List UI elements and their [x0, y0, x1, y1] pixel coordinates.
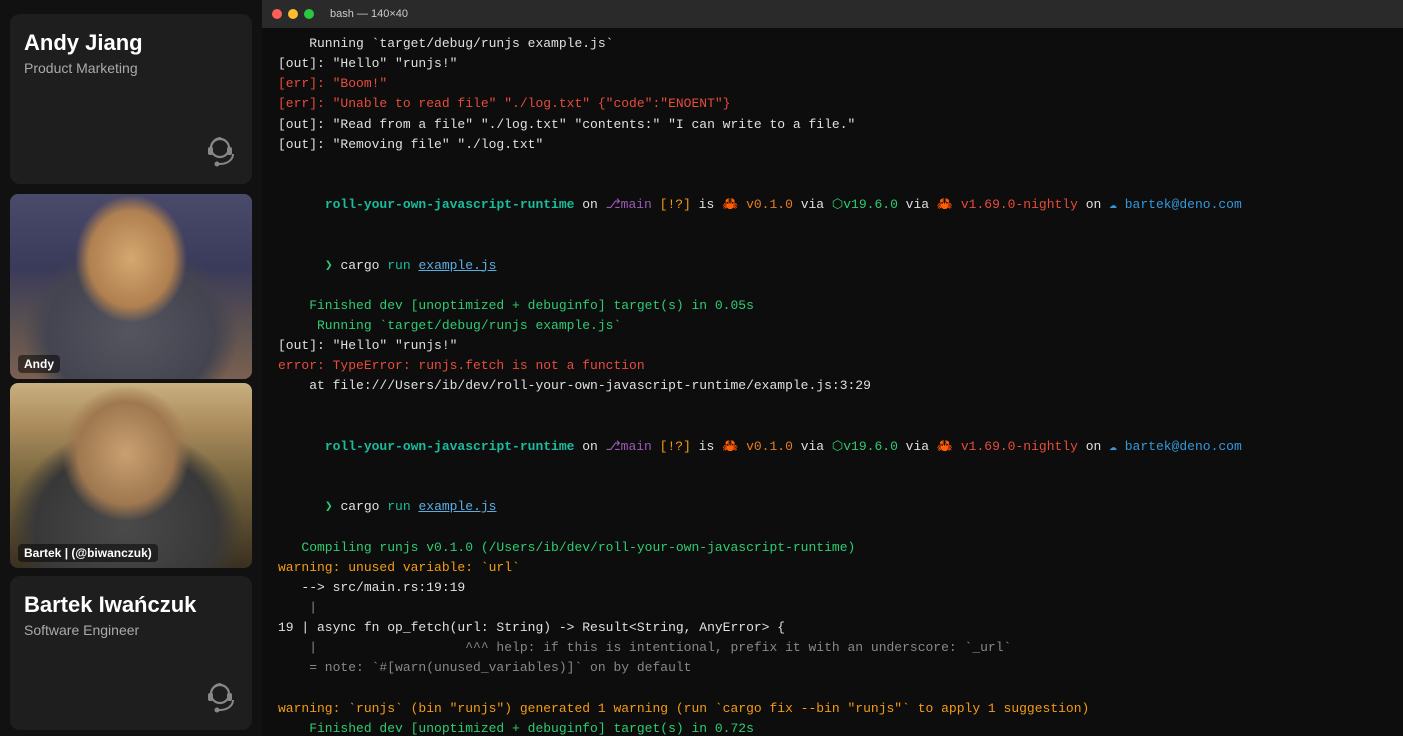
- term-line: at file:///Users/ib/dev/roll-your-own-ja…: [278, 376, 1387, 396]
- headset-icon: [202, 134, 238, 170]
- term-line: = note: `#[warn(unused_variables)]` on b…: [278, 658, 1387, 678]
- term-line: 19 | async fn op_fetch(url: String) -> R…: [278, 618, 1387, 638]
- terminal-panel: bash — 140×40 Running `target/debug/runj…: [262, 0, 1403, 736]
- term-line: error: TypeError: runjs.fetch is not a f…: [278, 356, 1387, 376]
- left-panel: Andy Jiang Product Marketing Andy Bartek…: [0, 0, 262, 736]
- term-line: [err]: "Unable to read file" "./log.txt"…: [278, 94, 1387, 114]
- term-line: Finished dev [unoptimized + debuginfo] t…: [278, 296, 1387, 316]
- term-line: ❯ cargo run example.js: [278, 477, 1387, 537]
- term-line: [278, 155, 1387, 175]
- andy-name-card: Andy Jiang Product Marketing: [10, 14, 252, 184]
- bartek-name-card: Bartek Iwańczuk Software Engineer: [10, 576, 252, 730]
- term-prompt-1: roll-your-own-javascript-runtime on ⎇mai…: [278, 175, 1387, 235]
- term-line: [278, 679, 1387, 699]
- bartek-title: Software Engineer: [24, 622, 238, 638]
- terminal-tab-label: bash — 140×40: [330, 8, 408, 20]
- term-prompt-2: roll-your-own-javascript-runtime on ⎇mai…: [278, 417, 1387, 477]
- term-line: --> src/main.rs:19:19: [278, 578, 1387, 598]
- term-line: Running `target/debug/runjs example.js`: [278, 316, 1387, 336]
- term-line: warning: `runjs` (bin "runjs") generated…: [278, 699, 1387, 719]
- maximize-button[interactable]: [304, 9, 314, 19]
- term-line: [out]: "Read from a file" "./log.txt" "c…: [278, 115, 1387, 135]
- term-line: warning: unused variable: `url`: [278, 558, 1387, 578]
- term-line: [out]: "Hello" "runjs!": [278, 54, 1387, 74]
- bartek-video-label: Bartek | (@biwanczuk): [18, 544, 158, 562]
- term-line: | ^^^ help: if this is intentional, pref…: [278, 638, 1387, 658]
- term-line: |: [278, 598, 1387, 618]
- term-line: ❯ cargo run example.js: [278, 235, 1387, 295]
- andy-video: Andy: [10, 194, 252, 379]
- term-line: [out]: "Hello" "runjs!": [278, 336, 1387, 356]
- bartek-video-feed: [10, 383, 252, 568]
- andy-video-feed: [10, 194, 252, 379]
- bartek-video: Bartek | (@biwanczuk): [10, 383, 252, 568]
- andy-title: Product Marketing: [24, 60, 238, 76]
- term-line: Running `target/debug/runjs example.js`: [278, 34, 1387, 54]
- term-line: Finished dev [unoptimized + debuginfo] t…: [278, 719, 1387, 736]
- terminal-body[interactable]: Running `target/debug/runjs example.js` …: [262, 28, 1403, 736]
- headset-icon-2: [202, 680, 238, 716]
- term-line: [out]: "Removing file" "./log.txt": [278, 135, 1387, 155]
- term-line: [err]: "Boom!": [278, 74, 1387, 94]
- term-line: Compiling runjs v0.1.0 (/Users/ib/dev/ro…: [278, 538, 1387, 558]
- close-button[interactable]: [272, 9, 282, 19]
- term-line: [278, 397, 1387, 417]
- andy-video-label: Andy: [18, 355, 60, 373]
- terminal-titlebar: bash — 140×40: [262, 0, 1403, 28]
- minimize-button[interactable]: [288, 9, 298, 19]
- andy-name: Andy Jiang: [24, 30, 238, 56]
- bartek-name: Bartek Iwańczuk: [24, 592, 238, 618]
